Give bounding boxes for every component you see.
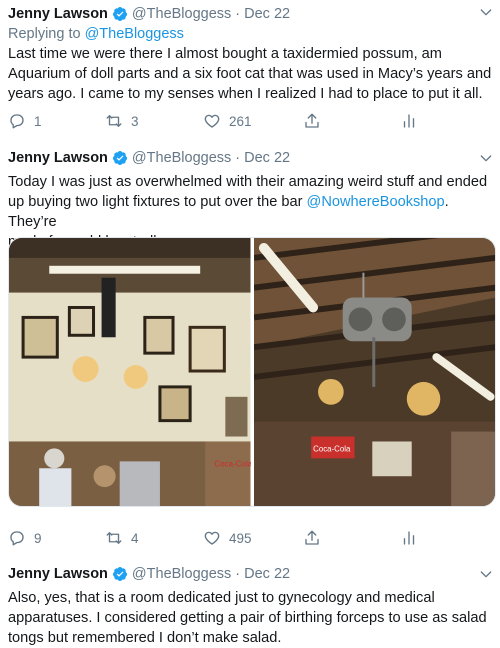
photo-sign-text: Coca-Cola	[214, 459, 250, 468]
tweet-text-line: Last time we were there I almost bought …	[8, 46, 442, 62]
heart-icon	[204, 531, 220, 545]
tweet-text-segment: up buying two light fixtures to put over…	[8, 194, 307, 210]
author-name[interactable]: Jenny Lawson	[8, 566, 108, 582]
photo-sign-text: Coca-Cola	[313, 444, 351, 453]
share-icon	[305, 113, 319, 128]
replying-to: Replying to @TheBloggess	[8, 26, 184, 42]
tweet-text-line: up buying two light fixtures to put over…	[8, 192, 494, 232]
retweet-button[interactable]: 4	[105, 528, 139, 548]
retweet-icon	[106, 532, 122, 544]
verified-badge-icon	[112, 566, 128, 582]
tweet[interactable]: Jenny Lawson @TheBloggess · Dec 22 Reply…	[0, 0, 500, 140]
tweet[interactable]: Jenny Lawson @TheBloggess · Dec 22 Today…	[0, 140, 500, 556]
retweet-icon	[106, 115, 122, 127]
chevron-down-icon[interactable]	[478, 150, 494, 166]
tweet-media[interactable]: Coca-Cola Coca-Cola	[8, 237, 496, 507]
tweet-text-line: tongs but remembered I don’t make salad.	[8, 630, 282, 646]
verified-badge-icon	[112, 6, 128, 22]
tweet-date[interactable]: Dec 22	[244, 6, 290, 22]
separator: ·	[235, 566, 241, 582]
tweet-photo[interactable]: Coca-Cola	[253, 238, 495, 506]
author-handle[interactable]: @TheBloggess	[132, 6, 231, 22]
separator: ·	[235, 6, 241, 22]
author-name[interactable]: Jenny Lawson	[8, 150, 108, 166]
reply-icon	[10, 114, 24, 129]
replying-to-mention[interactable]: @TheBloggess	[85, 26, 184, 42]
chevron-down-icon[interactable]	[478, 4, 494, 20]
author-handle[interactable]: @TheBloggess	[132, 566, 231, 582]
author-name[interactable]: Jenny Lawson	[8, 6, 108, 22]
tweet-text-line: Also, yes, that is a room dedicated just…	[8, 590, 435, 606]
reply-button[interactable]: 9	[8, 528, 42, 548]
tweet-text-line: apparatuses. I considered getting a pair…	[8, 610, 487, 626]
tweet-header: Jenny Lawson @TheBloggess · Dec 22	[8, 4, 290, 24]
tweet-photo[interactable]: Coca-Cola	[9, 238, 251, 506]
tweet-date[interactable]: Dec 22	[244, 150, 290, 166]
tweet-text-line: Aquarium of doll parts and a six foot ca…	[8, 66, 492, 82]
analytics-icon	[403, 114, 415, 128]
photo-hay-trolley-lights: Coca-Cola	[253, 238, 495, 506]
reply-button[interactable]: 1	[8, 111, 42, 131]
tweet-header: Jenny Lawson @TheBloggess · Dec 22	[8, 148, 290, 168]
tweet-date[interactable]: Dec 22	[244, 566, 290, 582]
replying-to-label: Replying to	[8, 26, 85, 42]
tweet-header: Jenny Lawson @TheBloggess · Dec 22	[8, 564, 290, 584]
tweet-text: Last time we were there I almost bought …	[8, 44, 494, 104]
author-handle[interactable]: @TheBloggess	[132, 150, 231, 166]
tweet-text: Also, yes, that is a room dedicated just…	[8, 588, 494, 648]
tweet-actions: 1 3 261	[0, 111, 500, 131]
tweet[interactable]: Jenny Lawson @TheBloggess · Dec 22 Also,…	[0, 556, 500, 648]
tweet-text-line: Today I was just as overwhelmed with the…	[8, 174, 488, 190]
analytics-icon	[403, 531, 415, 545]
tweet-actions: 9 4 495	[0, 528, 500, 548]
chevron-down-icon[interactable]	[478, 566, 494, 582]
retweet-count: 3	[131, 113, 139, 129]
retweet-button[interactable]: 3	[105, 111, 139, 131]
reply-icon	[10, 531, 24, 546]
heart-icon	[204, 114, 220, 128]
like-button[interactable]: 261	[203, 111, 252, 131]
mention-link[interactable]: @NowhereBookshop	[307, 194, 445, 210]
like-button[interactable]: 495	[203, 528, 252, 548]
retweet-count: 4	[131, 530, 139, 546]
analytics-button[interactable]	[400, 111, 418, 131]
reply-count: 1	[34, 113, 42, 129]
separator: ·	[235, 150, 241, 166]
photo-medical-room: Coca-Cola	[9, 238, 251, 506]
share-button[interactable]	[303, 528, 321, 548]
like-count: 261	[229, 113, 252, 129]
tweet-text-line: years ago. I came to my senses when I re…	[8, 86, 483, 102]
like-count: 495	[229, 530, 252, 546]
analytics-button[interactable]	[400, 528, 418, 548]
reply-count: 9	[34, 530, 42, 546]
verified-badge-icon	[112, 150, 128, 166]
share-icon	[305, 530, 319, 545]
share-button[interactable]	[303, 111, 321, 131]
